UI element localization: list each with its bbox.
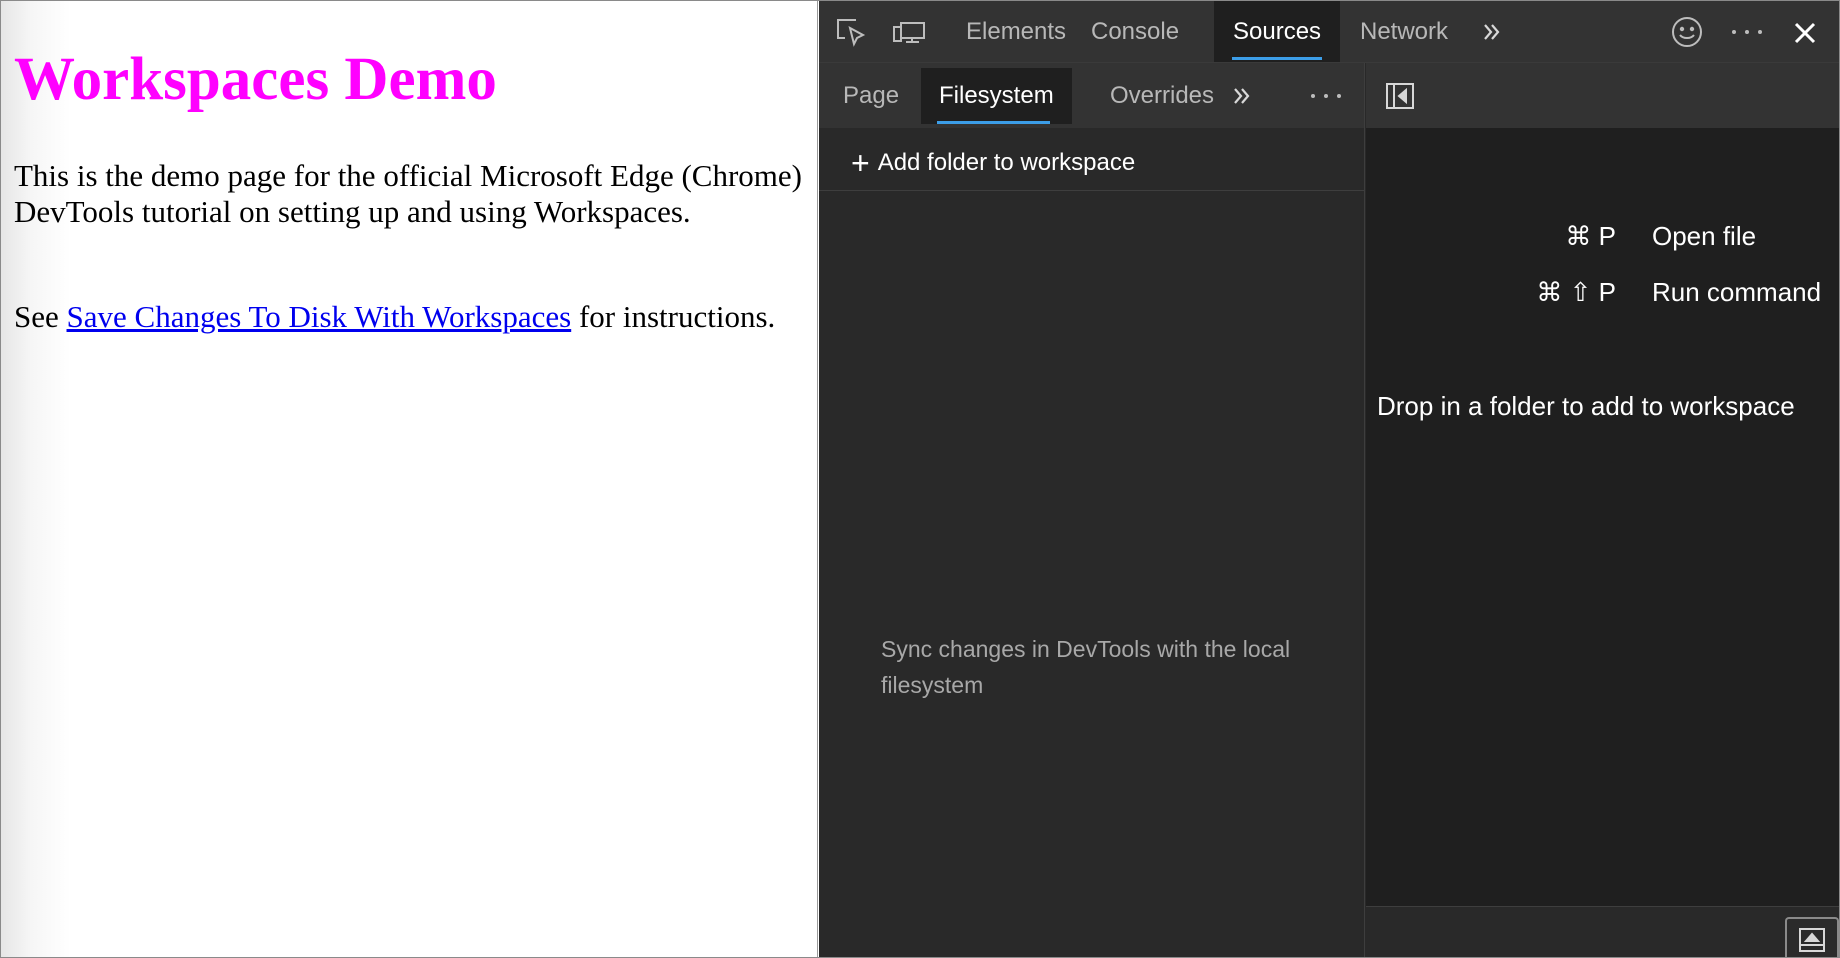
add-folder-button[interactable]: + Add folder to workspace bbox=[851, 143, 1135, 183]
tab-page[interactable]: Page bbox=[825, 68, 917, 124]
device-toolbar-icon[interactable] bbox=[891, 15, 927, 49]
sources-editor: ⌘ P Open file ⌘ ⇧ P Run command Drop in … bbox=[1366, 63, 1839, 957]
toggle-drawer-icon[interactable] bbox=[1785, 917, 1839, 957]
page-heading: Workspaces Demo bbox=[14, 46, 497, 113]
chevron-double-right-icon[interactable] bbox=[1227, 81, 1257, 111]
shortcut-label-run-command: Run command bbox=[1652, 276, 1822, 307]
divider bbox=[819, 190, 1364, 191]
chevron-double-right-icon[interactable] bbox=[1477, 17, 1507, 47]
editor-footer bbox=[1366, 906, 1839, 957]
see-suffix: for instructions. bbox=[571, 299, 776, 334]
smiley-feedback-icon[interactable] bbox=[1669, 14, 1705, 50]
tab-overrides[interactable]: Overrides bbox=[1092, 68, 1232, 124]
tab-filesystem[interactable]: Filesystem bbox=[921, 68, 1072, 124]
sources-navigator: Page Filesystem Overrides + Add folder t… bbox=[819, 63, 1365, 957]
more-horizontal-icon[interactable] bbox=[1727, 17, 1767, 47]
tab-elements[interactable]: Elements bbox=[947, 1, 1085, 62]
editor-toolbar bbox=[1366, 63, 1839, 128]
shortcut-keys-open-file: ⌘ P bbox=[1565, 220, 1616, 251]
tutorial-link[interactable]: Save Changes To Disk With Workspaces bbox=[67, 299, 572, 334]
devtools-panel: Elements Console Sources Network Page Fi… bbox=[819, 1, 1839, 957]
sync-message: Sync changes in DevTools with the local … bbox=[881, 636, 1291, 698]
intro-paragraph: This is the demo page for the official M… bbox=[14, 158, 802, 229]
more-horizontal-icon[interactable] bbox=[1306, 83, 1346, 109]
shortcut-keys-run-command: ⌘ ⇧ P bbox=[1536, 276, 1616, 307]
toggle-navigator-icon[interactable] bbox=[1383, 79, 1417, 113]
close-icon[interactable] bbox=[1789, 17, 1821, 49]
instructions-paragraph: See Save Changes To Disk With Workspaces… bbox=[14, 299, 814, 335]
navigator-tabs: Page Filesystem Overrides bbox=[819, 63, 1364, 128]
plus-icon: + bbox=[851, 145, 870, 181]
shortcut-label-open-file: Open file bbox=[1652, 220, 1757, 251]
webpage-viewport: Workspaces Demo This is the demo page fo… bbox=[1, 1, 818, 957]
inspect-element-icon[interactable] bbox=[833, 15, 867, 49]
add-folder-label: Add folder to workspace bbox=[877, 149, 1136, 176]
tab-network[interactable]: Network bbox=[1341, 1, 1467, 62]
tab-console[interactable]: Console bbox=[1072, 1, 1198, 62]
window-frame: Workspaces Demo This is the demo page fo… bbox=[0, 0, 1840, 958]
tab-sources[interactable]: Sources bbox=[1214, 1, 1341, 62]
devtools-main-toolbar: Elements Console Sources Network bbox=[819, 1, 1839, 63]
drop-folder-message: Drop in a folder to add to workspace bbox=[1377, 391, 1795, 421]
see-prefix: See bbox=[14, 299, 67, 334]
